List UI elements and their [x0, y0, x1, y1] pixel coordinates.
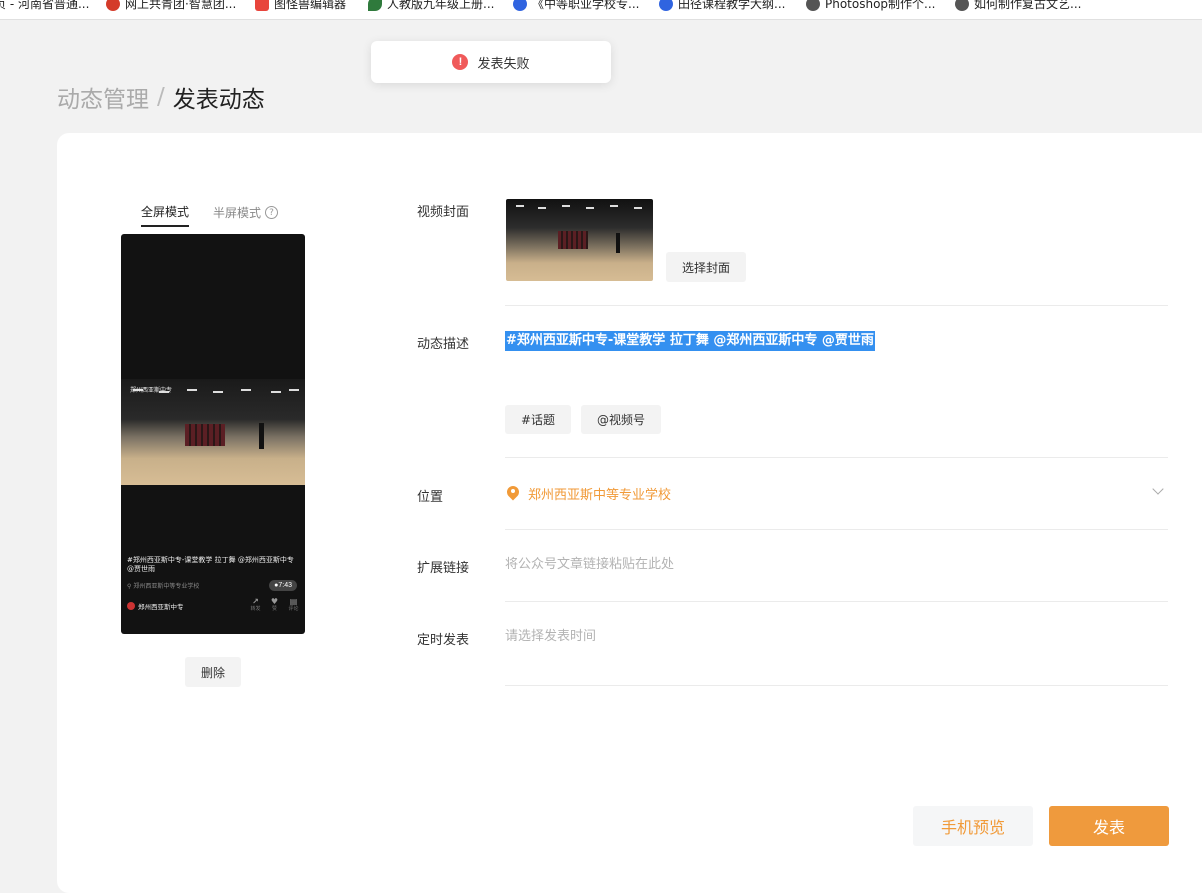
- chevron-down-icon[interactable]: [1152, 485, 1164, 497]
- description-label: 动态描述: [417, 337, 470, 352]
- link-label: 扩展链接: [417, 561, 470, 576]
- cover-label: 视频封面: [417, 205, 470, 220]
- share-icon: ↗ 转发: [250, 597, 261, 612]
- publish-button[interactable]: 发表: [1049, 806, 1169, 846]
- mention-channel-button[interactable]: @视频号: [581, 405, 662, 434]
- divider: [505, 529, 1168, 530]
- link-input[interactable]: [505, 552, 1105, 576]
- delete-button[interactable]: 删除: [185, 657, 241, 687]
- location-label: 位置: [417, 490, 444, 505]
- location-pin-icon: [507, 486, 519, 502]
- location-value: 郑州西亚斯中等专业学校: [528, 488, 672, 503]
- bookmark-item[interactable]: 图怪兽编辑器: [255, 0, 346, 12]
- error-toast: ! 发表失败: [371, 41, 611, 83]
- phone-preview: 郑州西亚斯中专 #郑州西亚斯中专-课堂教学 拉丁舞 @郑州西亚斯中专 @贾世雨 …: [121, 234, 305, 634]
- bookmark-item[interactable]: 《中等职业学校专...: [513, 0, 639, 12]
- avatar: [127, 602, 135, 610]
- divider: [505, 601, 1168, 602]
- preview-mode-tabs: 全屏模式 半屏模式 ?: [141, 203, 279, 227]
- bookmark-item[interactable]: Photoshop制作个...: [806, 0, 936, 12]
- toast-message: 发表失败: [477, 56, 530, 72]
- leaf-icon: [368, 0, 382, 11]
- schedule-label: 定时发表: [417, 633, 470, 648]
- baidu-icon: [659, 0, 673, 11]
- select-cover-button[interactable]: 选择封面: [666, 252, 746, 282]
- cover-thumbnail[interactable]: [506, 199, 653, 281]
- bookmarks-bar: 页 - 河南省普通... 网上共青团·智慧团... 图怪兽编辑器 人教版九年级上…: [0, 0, 1202, 20]
- baidu-icon: [513, 0, 527, 11]
- heart-icon: ♥ 赞: [270, 597, 279, 612]
- phone-preview-button[interactable]: 手机预览: [913, 806, 1033, 846]
- preview-actions: ↗ 转发 ♥ 赞 ▤ 评论: [250, 598, 299, 612]
- preview-location: ⚲ 郑州西亚斯中等专业学校: [127, 583, 200, 590]
- page-title: 发表动态: [172, 87, 265, 113]
- bookmark-item[interactable]: 人教版九年级上册...: [368, 0, 494, 12]
- bookmark-item[interactable]: 页 - 河南省普通...: [0, 0, 89, 12]
- tuguaishou-icon: [255, 0, 269, 11]
- main-panel: 全屏模式 半屏模式 ? 郑州西亚斯中专 #郑州西亚斯中专-课堂教学 拉丁舞 @郑…: [57, 133, 1202, 893]
- schedule-input[interactable]: [505, 624, 1105, 648]
- help-icon[interactable]: ?: [265, 206, 279, 219]
- description-text[interactable]: #郑州西亚斯中专-课堂教学 拉丁舞 @郑州西亚斯中专 @贾世雨: [505, 331, 875, 351]
- tab-halfscreen-mode[interactable]: 半屏模式 ?: [213, 203, 279, 227]
- teacher-figure: [616, 233, 620, 253]
- bookmark-item[interactable]: 网上共青团·智慧团...: [106, 0, 236, 12]
- video-duration-badge: ● 7:43: [269, 580, 297, 591]
- bookmark-item[interactable]: 田径课程教学大纲...: [659, 0, 785, 12]
- breadcrumb-separator: /: [157, 84, 165, 110]
- divider: [505, 685, 1168, 686]
- preview-caption: #郑州西亚斯中专-课堂教学 拉丁舞 @郑州西亚斯中专 @贾世雨: [127, 556, 294, 574]
- dancers-group: [558, 231, 588, 249]
- location-select[interactable]: 郑州西亚斯中等专业学校: [507, 484, 671, 503]
- bookmark-item[interactable]: 如何制作复古文艺...: [955, 0, 1081, 12]
- globe-icon: [806, 0, 820, 11]
- breadcrumb-parent[interactable]: 动态管理: [57, 80, 149, 114]
- dancers-group: [185, 424, 225, 446]
- topic-tag-button[interactable]: #话题: [505, 405, 572, 434]
- comment-icon: ▤ 评论: [288, 597, 299, 612]
- video-watermark: 郑州西亚斯中专: [130, 387, 173, 394]
- video-frame[interactable]: 郑州西亚斯中专: [121, 379, 305, 485]
- divider: [505, 457, 1168, 458]
- divider: [505, 305, 1168, 306]
- error-icon: !: [452, 54, 469, 70]
- tab-fullscreen-mode[interactable]: 全屏模式: [141, 203, 190, 227]
- globe-icon: [955, 0, 969, 11]
- teacher-figure: [259, 423, 264, 449]
- ceiling-lights: [506, 203, 653, 215]
- preview-account: 郑州西亚斯中专: [127, 601, 184, 611]
- breadcrumb: 动态管理 / 发表动态: [57, 80, 265, 114]
- emblem-icon: [106, 0, 120, 11]
